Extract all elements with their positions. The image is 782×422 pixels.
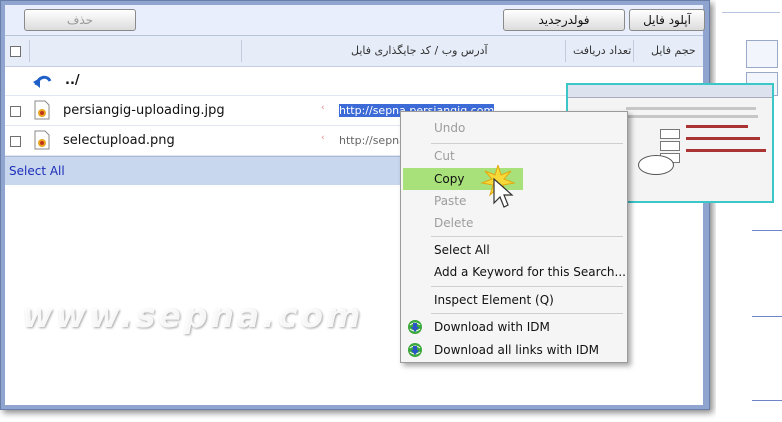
- menu-item-paste[interactable]: Paste: [434, 194, 466, 208]
- column-divider: [29, 40, 30, 62]
- file-url[interactable]: http://sepna: [339, 134, 406, 147]
- thumbnail-red-text: [686, 137, 760, 140]
- file-name[interactable]: selectupload.png: [63, 133, 175, 148]
- arrow-icon: ‹: [321, 133, 325, 143]
- menu-item-inspect[interactable]: Inspect Element (Q): [434, 293, 554, 307]
- idm-globe-icon: [408, 343, 422, 357]
- thumbnail-red-text: [686, 149, 766, 152]
- sidebar-divider: [722, 12, 780, 13]
- parent-directory-label: ../: [65, 73, 80, 88]
- image-file-icon: [34, 130, 50, 150]
- row-checkbox[interactable]: [10, 106, 21, 117]
- menu-item-undo[interactable]: Undo: [434, 121, 465, 135]
- watermark: www.sepna.com: [22, 296, 364, 335]
- menu-separator: [431, 313, 623, 314]
- size-column-header: حجم فایل: [651, 44, 696, 57]
- right-sidebar: [716, 0, 782, 422]
- sidebar-box: [746, 40, 778, 68]
- menu-item-download-all-idm[interactable]: Download all links with IDM: [434, 343, 599, 357]
- arrow-icon: ‹: [321, 103, 325, 113]
- column-divider: [241, 40, 242, 62]
- mouse-cursor-icon: [480, 165, 516, 208]
- column-divider: [633, 40, 634, 62]
- sidebar-link[interactable]: [752, 400, 782, 401]
- menu-item-select-all[interactable]: Select All: [434, 243, 490, 257]
- menu-item-copy[interactable]: Copy: [434, 172, 464, 186]
- delete-button[interactable]: حذف: [24, 9, 136, 31]
- sidebar-link[interactable]: [752, 316, 782, 317]
- thumbnail-titlebar: [568, 85, 772, 98]
- menu-separator: [431, 143, 623, 144]
- select-all-link[interactable]: Select All: [9, 164, 65, 178]
- file-name[interactable]: persiangig-uploading.jpg: [63, 103, 225, 118]
- menu-item-download-idm[interactable]: Download with IDM: [434, 320, 550, 334]
- thumbnail-text-line: [626, 107, 756, 110]
- context-menu: Undo Cut Copy Paste Delete Select All Ad…: [400, 111, 628, 363]
- thumbnail-browse-button: [660, 141, 680, 151]
- new-folder-button[interactable]: فولدرجدید: [503, 9, 625, 31]
- row-checkbox[interactable]: [10, 136, 21, 147]
- idm-globe-icon: [408, 320, 422, 334]
- menu-item-add-keyword[interactable]: Add a Keyword for this Search...: [434, 265, 626, 279]
- thumbnail-upload-button: [638, 155, 674, 175]
- downloads-column-header: تعداد دریافت: [573, 44, 632, 57]
- sidebar-link[interactable]: [752, 230, 782, 231]
- url-column-header: آدرس وب / کد جایگذاری فایل: [351, 44, 488, 57]
- upload-file-button[interactable]: آپلود فایل: [629, 9, 705, 31]
- back-arrow-icon[interactable]: [31, 70, 53, 92]
- image-file-icon: [34, 100, 50, 120]
- table-header: آدرس وب / کد جایگذاری فایل تعداد دریافت …: [5, 36, 703, 67]
- column-divider: [565, 40, 566, 62]
- thumbnail-browse-button: [660, 129, 680, 139]
- select-all-checkbox[interactable]: [10, 46, 21, 57]
- toolbar: حذف فولدرجدید آپلود فایل: [5, 5, 705, 36]
- menu-item-cut[interactable]: Cut: [434, 149, 455, 163]
- thumbnail-red-text: [686, 125, 748, 128]
- menu-separator: [431, 286, 623, 287]
- thumbnail-text-line: [608, 115, 758, 118]
- menu-separator: [431, 236, 623, 237]
- menu-item-delete[interactable]: Delete: [434, 216, 473, 230]
